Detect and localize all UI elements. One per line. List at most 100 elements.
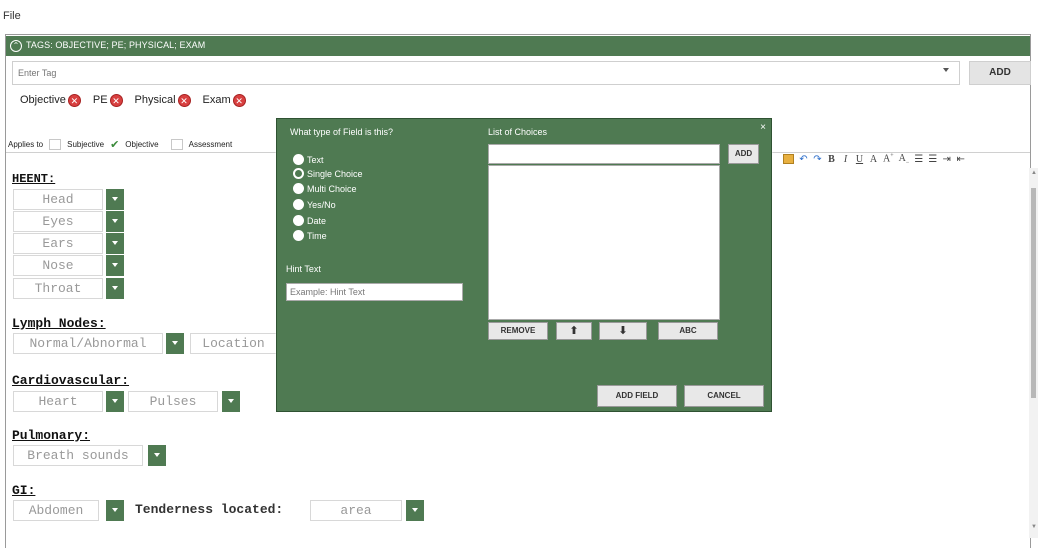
applies-to-label: Applies to xyxy=(8,139,44,149)
indent-icon[interactable]: ⇥ xyxy=(942,154,951,165)
assessment-checkbox[interactable] xyxy=(170,138,183,150)
hint-text-title: Hint Text xyxy=(286,264,321,274)
pulmonary-title: Pulmonary: xyxy=(12,428,91,443)
add-tag-button[interactable]: ADD xyxy=(969,61,1031,85)
font-color-button[interactable]: A xyxy=(869,154,878,165)
tag-header[interactable]: ⌃ TAGS: OBJECTIVE; PE; PHYSICAL; EXAM xyxy=(6,36,1030,56)
editor-toolbar: ↶ ↷ B I U A A+ A− ☰ ☰ ⇥ ⇤ xyxy=(783,151,965,167)
remove-button[interactable]: REMOVE xyxy=(488,322,548,340)
radio-text[interactable]: Text xyxy=(293,154,324,165)
pulses-dropdown[interactable] xyxy=(222,391,240,412)
tag-list: Objective ✕ PE ✕ Physical ✕ Exam ✕ xyxy=(20,91,246,109)
head-dropdown[interactable] xyxy=(106,189,124,210)
move-up-icon[interactable]: ⬆ xyxy=(556,322,592,340)
tenderness-label: Tenderness located: xyxy=(135,502,284,517)
pulses-field[interactable]: Pulses xyxy=(128,391,218,412)
move-down-icon[interactable]: ⬇ xyxy=(599,322,647,340)
bullet-list-icon[interactable]: ☰ xyxy=(914,154,923,165)
ears-dropdown[interactable] xyxy=(106,233,124,254)
assessment-label: Assessment xyxy=(188,139,233,149)
head-field[interactable]: Head xyxy=(13,189,103,210)
remove-tag-icon[interactable]: ✕ xyxy=(232,93,246,107)
hint-text-input[interactable]: Example: Hint Text xyxy=(286,283,463,301)
font-shrink-icon[interactable]: A− xyxy=(899,153,910,166)
remove-tag-icon[interactable]: ✕ xyxy=(67,93,81,107)
tag-chip: Physical ✕ xyxy=(135,93,191,107)
nose-dropdown[interactable] xyxy=(106,255,124,276)
radio-time[interactable]: Time xyxy=(293,230,327,241)
chevron-down-icon[interactable] xyxy=(943,68,949,72)
remove-tag-icon[interactable]: ✕ xyxy=(109,93,123,107)
redo-icon[interactable]: ↷ xyxy=(813,154,822,165)
lymph-nodes-title: Lymph Nodes: xyxy=(12,316,106,331)
folder-icon[interactable] xyxy=(783,154,794,164)
numbered-list-icon[interactable]: ☰ xyxy=(928,154,937,165)
radio-yes-no[interactable]: Yes/No xyxy=(293,199,336,210)
check-icon[interactable]: ✔ xyxy=(110,138,119,151)
tag-chip: PE ✕ xyxy=(93,93,123,107)
radio-selected-icon xyxy=(293,168,304,179)
throat-dropdown[interactable] xyxy=(106,278,124,299)
lymph-status-field[interactable]: Normal/Abnormal xyxy=(13,333,163,354)
radio-icon xyxy=(293,154,304,165)
radio-single-choice[interactable]: Single Choice xyxy=(293,168,363,179)
remove-tag-icon[interactable]: ✕ xyxy=(177,93,191,107)
heart-dropdown[interactable] xyxy=(106,391,124,412)
subjective-checkbox[interactable] xyxy=(49,138,62,150)
add-field-dialog: × What type of Field is this? Text Singl… xyxy=(276,118,772,412)
eyes-dropdown[interactable] xyxy=(106,211,124,232)
radio-multi-choice[interactable]: Multi Choice xyxy=(293,183,357,194)
radio-icon xyxy=(293,183,304,194)
radio-icon xyxy=(293,199,304,210)
abdomen-dropdown[interactable] xyxy=(106,500,124,521)
choice-input[interactable] xyxy=(488,144,720,164)
add-field-button[interactable]: ADD FIELD xyxy=(597,385,677,407)
scroll-up-icon[interactable]: ▲ xyxy=(1031,170,1037,176)
heart-field[interactable]: Heart xyxy=(13,391,103,412)
choices-title: List of Choices xyxy=(488,127,548,137)
area-field[interactable]: area xyxy=(310,500,402,521)
undo-icon[interactable]: ↶ xyxy=(799,154,808,165)
sort-abc-button[interactable]: ABC xyxy=(658,322,718,340)
abdomen-field[interactable]: Abdomen xyxy=(13,500,99,521)
radio-icon xyxy=(293,230,304,241)
radio-icon xyxy=(293,215,304,226)
lymph-status-dropdown[interactable] xyxy=(166,333,184,354)
heent-title: HEENT: xyxy=(12,172,56,186)
ears-field[interactable]: Ears xyxy=(13,233,103,254)
menu-bar: File xyxy=(0,0,1038,34)
scroll-down-icon[interactable]: ▼ xyxy=(1031,524,1037,530)
font-grow-icon[interactable]: A+ xyxy=(883,153,894,164)
area-dropdown[interactable] xyxy=(406,500,424,521)
objective-label: Objective xyxy=(125,139,159,149)
breath-sounds-field[interactable]: Breath sounds xyxy=(13,445,143,466)
breath-sounds-dropdown[interactable] xyxy=(148,445,166,466)
cancel-button[interactable]: CANCEL xyxy=(684,385,764,407)
applies-to-row: Applies to Subjective ✔ Objective Assess… xyxy=(8,137,232,151)
collapse-icon[interactable]: ⌃ xyxy=(10,40,22,52)
radio-date[interactable]: Date xyxy=(293,215,326,226)
location-field[interactable]: Location xyxy=(190,333,276,354)
eyes-field[interactable]: Eyes xyxy=(13,211,103,232)
throat-field[interactable]: Throat xyxy=(13,278,103,299)
choices-list[interactable] xyxy=(488,165,720,320)
tag-input[interactable] xyxy=(13,62,913,84)
tag-header-label: TAGS: OBJECTIVE; PE; PHYSICAL; EXAM xyxy=(26,40,206,50)
tag-input-box[interactable] xyxy=(12,61,960,85)
scroll-thumb[interactable] xyxy=(1031,188,1036,398)
underline-button[interactable]: U xyxy=(855,154,864,165)
cardiovascular-title: Cardiovascular: xyxy=(12,373,130,388)
gi-title: GI: xyxy=(12,483,36,498)
add-choice-button[interactable]: ADD xyxy=(728,144,759,164)
italic-button[interactable]: I xyxy=(841,154,850,165)
vertical-scrollbar[interactable]: ▲ ▼ xyxy=(1029,168,1038,538)
nose-field[interactable]: Nose xyxy=(13,255,103,276)
field-type-title: What type of Field is this? xyxy=(290,127,394,137)
close-icon[interactable]: × xyxy=(760,122,766,133)
tag-chip: Objective ✕ xyxy=(20,93,81,107)
tag-chip: Exam ✕ xyxy=(203,93,246,107)
bold-button[interactable]: B xyxy=(827,154,836,165)
subjective-label: Subjective xyxy=(67,139,105,149)
file-menu[interactable]: File xyxy=(3,10,21,22)
outdent-icon[interactable]: ⇤ xyxy=(956,154,965,165)
